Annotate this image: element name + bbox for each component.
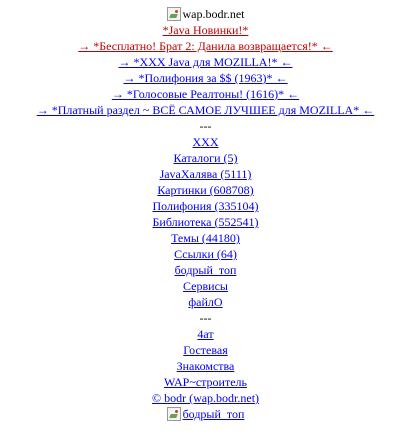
menu-link-xxx[interactable]: XXX: [193, 135, 219, 149]
footer-row-guestbook: Гостевая: [0, 342, 411, 358]
menu-row-files: файлО: [0, 294, 411, 310]
footer-link-wap-builder[interactable]: WAP~строитель: [164, 375, 247, 389]
java-new-link[interactable]: *Java Новинки!*: [163, 23, 249, 37]
promo-row-4: → *Голосовые Реалтоны! (1616)* ←: [0, 86, 411, 102]
footer-row-copyright: © bodr (wap.bodr.net): [0, 390, 411, 406]
logo-alt-text: wap.bodr.net: [182, 7, 245, 21]
footer-row-dating: Знакомства: [0, 358, 411, 374]
promo-row-1: → *Бесплатно! Брат 2: Данила возвращаетс…: [0, 38, 411, 54]
menu-link-polyphony[interactable]: Полифония (335104): [152, 199, 258, 213]
menu-row-top: бодрый_топ: [0, 262, 411, 278]
bottom-banner-row: бодрый_топ: [0, 406, 411, 425]
promo-link-voice-tones[interactable]: → *Голосовые Реалтоны! (1616)* ←: [112, 87, 299, 101]
menu-row-services: Сервисы: [0, 278, 411, 294]
separator-2: ---: [199, 311, 212, 325]
menu-link-themes[interactable]: Темы (44180): [171, 231, 240, 245]
promo-link-xxx-java[interactable]: → *XXX Java для MOZILLA!* ←: [119, 55, 293, 69]
menu-row-pictures: Картинки (608708): [0, 182, 411, 198]
menu-link-catalogs[interactable]: Каталоги (5): [173, 151, 237, 165]
logo-image: wap.bodr.net: [166, 6, 245, 22]
menu-row-themes: Темы (44180): [0, 230, 411, 246]
footer-link-guestbook[interactable]: Гостевая: [183, 343, 227, 357]
menu-link-library[interactable]: Библиотека (552541): [153, 215, 259, 229]
footer-link-dating[interactable]: Знакомства: [177, 359, 235, 373]
promo-row-3: → *Полифония за $$ (1963)* ←: [0, 70, 411, 86]
menu-link-services[interactable]: Сервисы: [183, 279, 228, 293]
menu-link-pictures[interactable]: Картинки (608708): [157, 183, 253, 197]
broken-image-icon: [166, 7, 181, 21]
menu-row-links: Ссылки (64): [0, 246, 411, 262]
menu-link-top[interactable]: бодрый_топ: [175, 263, 237, 277]
promo-link-polyphony[interactable]: → *Полифония за $$ (1963)* ←: [123, 71, 287, 85]
menu-link-files[interactable]: файлО: [188, 295, 222, 309]
footer-link-copyright[interactable]: © bodr (wap.bodr.net): [152, 391, 259, 405]
promo-link-brat2[interactable]: → *Бесплатно! Брат 2: Данила возвращаетс…: [78, 39, 333, 53]
footer-row-wap-builder: WAP~строитель: [0, 374, 411, 390]
menu-row-java: JavaХалява (5111): [0, 166, 411, 182]
promo-link-paid-section[interactable]: → *Платный раздел ~ ВСЁ САМОЕ ЛУЧШЕЕ для…: [37, 103, 374, 117]
menu-row-xxx: XXX: [0, 134, 411, 150]
menu-link-java[interactable]: JavaХалява (5111): [160, 167, 252, 181]
separator-1: ---: [199, 119, 212, 133]
wap-page: wap.bodr.net *Java Новинки!* → *Бесплатн…: [0, 0, 411, 446]
menu-row-polyphony: Полифония (335104): [0, 198, 411, 214]
promo-row-2: → *XXX Java для MOZILLA!* ←: [0, 54, 411, 70]
bottom-banner-link[interactable]: бодрый_топ: [166, 406, 245, 422]
menu-row-catalogs: Каталоги (5): [0, 150, 411, 166]
bottom-banner-alt-text: бодрый_топ: [182, 407, 245, 421]
java-new-row: *Java Новинки!*: [0, 22, 411, 38]
menu-row-library: Библиотека (552541): [0, 214, 411, 230]
footer-link-chat[interactable]: 4ат: [197, 327, 213, 341]
footer-row-chat: 4ат: [0, 326, 411, 342]
promo-row-5: → *Платный раздел ~ ВСЁ САМОЕ ЛУЧШЕЕ для…: [0, 102, 411, 118]
menu-link-links[interactable]: Ссылки (64): [174, 247, 237, 261]
broken-image-icon: [166, 407, 181, 421]
